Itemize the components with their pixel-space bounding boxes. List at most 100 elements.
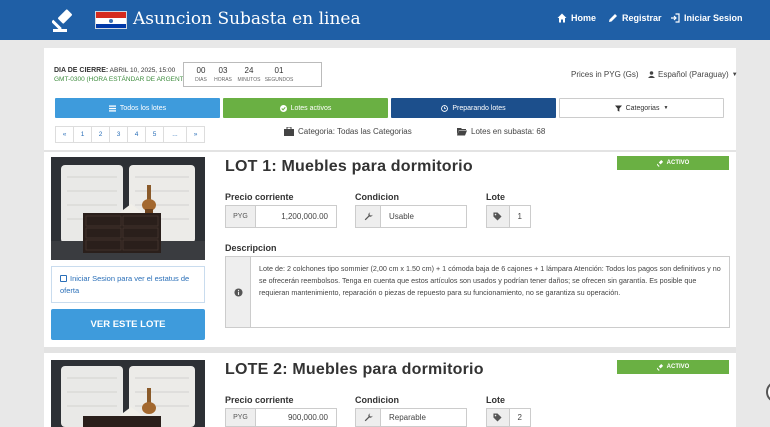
briefcase-icon xyxy=(284,127,294,136)
checkbox-icon xyxy=(60,275,67,282)
pager-ellipsis[interactable]: ... xyxy=(163,126,187,143)
caret-down-icon: ▼ xyxy=(663,105,669,111)
list-icon xyxy=(108,104,116,112)
paraguay-flag-icon xyxy=(95,11,127,29)
pager-prev[interactable]: « xyxy=(55,126,74,143)
folder-open-icon xyxy=(457,128,467,136)
closing-info: DIA DE CIERRE: ABRIL 10, 2025, 15:00 GMT… xyxy=(54,66,197,84)
closing-label: DIA DE CIERRE: xyxy=(54,67,109,74)
login-for-bid-status[interactable]: Iniciar Sesion para ver el estatus de of… xyxy=(51,266,205,303)
countdown-seconds: 01 SEGUNDOS xyxy=(264,66,294,83)
login-note-text: Iniciar Sesion para ver el estatus de of… xyxy=(60,274,190,295)
pencil-icon xyxy=(609,14,617,22)
nav-home-label: Home xyxy=(571,13,597,23)
lot-2-price-label: Precio corriente xyxy=(225,395,294,405)
lot-1-price-label: Precio corriente xyxy=(225,192,294,202)
clock-icon xyxy=(441,104,449,112)
lot-2-status-text: ACTIVO xyxy=(666,364,690,370)
lot-1-condition-field: Usable xyxy=(355,205,467,228)
lot-1-number-value: 1 xyxy=(517,212,522,221)
chat-widget-button[interactable] xyxy=(766,381,770,403)
lot-1-description-label: Descripcion xyxy=(225,243,277,253)
lot-1-title[interactable]: LOT 1: Muebles para dormitorio xyxy=(225,158,473,176)
nav-register[interactable]: Registrar xyxy=(608,13,662,23)
filter-all-lots-button[interactable]: Todos los lotes xyxy=(55,98,220,118)
gavel-icon xyxy=(656,363,663,371)
nav-login[interactable]: Iniciar Sesion xyxy=(670,13,743,23)
countdown-timer: 00 DIAS 03 HORAS 24 MINUTOS 01 SEGUNDOS xyxy=(183,62,322,87)
tag-icon xyxy=(487,409,510,426)
top-navbar: Asuncion Subasta en linea Home Registrar… xyxy=(0,0,770,40)
nav-login-label: Iniciar Sesion xyxy=(684,13,743,23)
pager-page-3[interactable]: 3 xyxy=(109,126,128,143)
lot-1-condition-label: Condicion xyxy=(355,192,399,202)
categories-dropdown[interactable]: Categorias ▼ xyxy=(559,98,724,118)
closing-date: ABRIL 10, 2025, 15:00 xyxy=(109,67,176,74)
filter-icon xyxy=(614,104,622,112)
countdown-days: 00 DIAS xyxy=(195,66,207,83)
lot-2-status-badge: ACTIVO xyxy=(617,360,729,374)
home-icon xyxy=(557,13,567,23)
lot-1-price-field: PYG 1,200,000.00 xyxy=(225,205,337,228)
pager-page-1[interactable]: 1 xyxy=(73,126,92,143)
lot-2-price-value: 900,000.00 xyxy=(287,413,328,422)
categories-label: Categorias xyxy=(625,104,660,112)
lot-2-condition-field: Reparable xyxy=(355,408,467,427)
bedroom-furniture-image xyxy=(51,157,205,260)
nav-home[interactable]: Home xyxy=(557,13,596,23)
pager-page-4[interactable]: 4 xyxy=(127,126,146,143)
filter-active-label: Lotes activos xyxy=(290,104,332,112)
filter-preparing-label: Preparando lotes xyxy=(452,104,506,112)
wrench-icon xyxy=(356,206,381,227)
info-circle-icon xyxy=(226,257,251,327)
nav-register-label: Registrar xyxy=(622,13,662,23)
filter-preparing-lots-button[interactable]: Preparando lotes xyxy=(391,98,556,118)
currency-addon: PYG xyxy=(226,206,256,227)
lot-2-title[interactable]: LOTE 2: Muebles para dormitorio xyxy=(225,361,484,379)
lot-1-price-value: 1,200,000.00 xyxy=(281,212,328,221)
lot-2-image[interactable] xyxy=(51,360,205,427)
gavel-icon[interactable] xyxy=(52,7,78,33)
pager-next[interactable]: » xyxy=(186,126,205,143)
lot-2-number-value: 2 xyxy=(517,413,522,422)
countdown-hours: 03 HORAS xyxy=(214,66,232,83)
pagination: « 1 2 3 4 5 ... » xyxy=(55,126,205,143)
lot-2-price-field: PYG 900,000.00 xyxy=(225,408,337,427)
lot-2-condition-value: Reparable xyxy=(389,413,426,422)
lot-1-description-box: Lote de: 2 colchones tipo sommier (2,00 … xyxy=(225,256,730,328)
lot-2-condition-label: Condicion xyxy=(355,395,399,405)
lots-count-meta: Lotes en subasta: 68 xyxy=(457,127,545,136)
lot-1-description-text: Lote de: 2 colchones tipo sommier (2,00 … xyxy=(259,264,721,297)
pager-page-2[interactable]: 2 xyxy=(91,126,110,143)
lot-1-lot-label: Lote xyxy=(486,192,505,202)
language-dropdown[interactable]: Español (Paraguay) ▼ xyxy=(648,70,738,79)
wrench-icon xyxy=(356,409,381,426)
language-label: Español (Paraguay) xyxy=(658,70,729,79)
sign-in-icon xyxy=(671,13,680,23)
currency-addon: PYG xyxy=(226,409,256,426)
site-title[interactable]: Asuncion Subasta en linea xyxy=(133,9,361,29)
lot-2-lot-label: Lote xyxy=(486,395,505,405)
gavel-icon xyxy=(656,159,663,167)
category-meta: Categoria: Todas las Categorias xyxy=(284,127,412,136)
divider xyxy=(44,150,736,152)
lot-1-status-badge: ACTIVO xyxy=(617,156,729,170)
filter-active-lots-button[interactable]: Lotes activos xyxy=(223,98,388,118)
lots-count-text: Lotes en subasta: 68 xyxy=(471,127,546,136)
check-circle-icon xyxy=(279,104,287,112)
caret-down-icon: ▼ xyxy=(731,71,738,78)
lot-1-condition-value: Usable xyxy=(389,212,414,221)
filter-all-label: Todos los lotes xyxy=(119,104,167,112)
user-icon xyxy=(648,71,655,78)
closing-timezone: GMT-0300 (HORA ESTÁNDAR DE ARGENTINA) xyxy=(54,76,197,83)
countdown-minutes: 24 MINUTOS xyxy=(237,66,261,83)
see-lot-1-button[interactable]: VER ESTE LOTE xyxy=(51,309,205,340)
divider xyxy=(44,347,736,353)
category-meta-text: Categoria: Todas las Categorias xyxy=(298,127,412,136)
tag-icon xyxy=(487,206,510,227)
pager-page-5[interactable]: 5 xyxy=(145,126,164,143)
lot-1-image[interactable] xyxy=(51,157,205,260)
lot-1-status-text: ACTIVO xyxy=(666,160,690,166)
prices-currency-note: Prices in PYG (Gs) xyxy=(571,70,639,79)
bedroom-furniture-image xyxy=(51,360,205,427)
